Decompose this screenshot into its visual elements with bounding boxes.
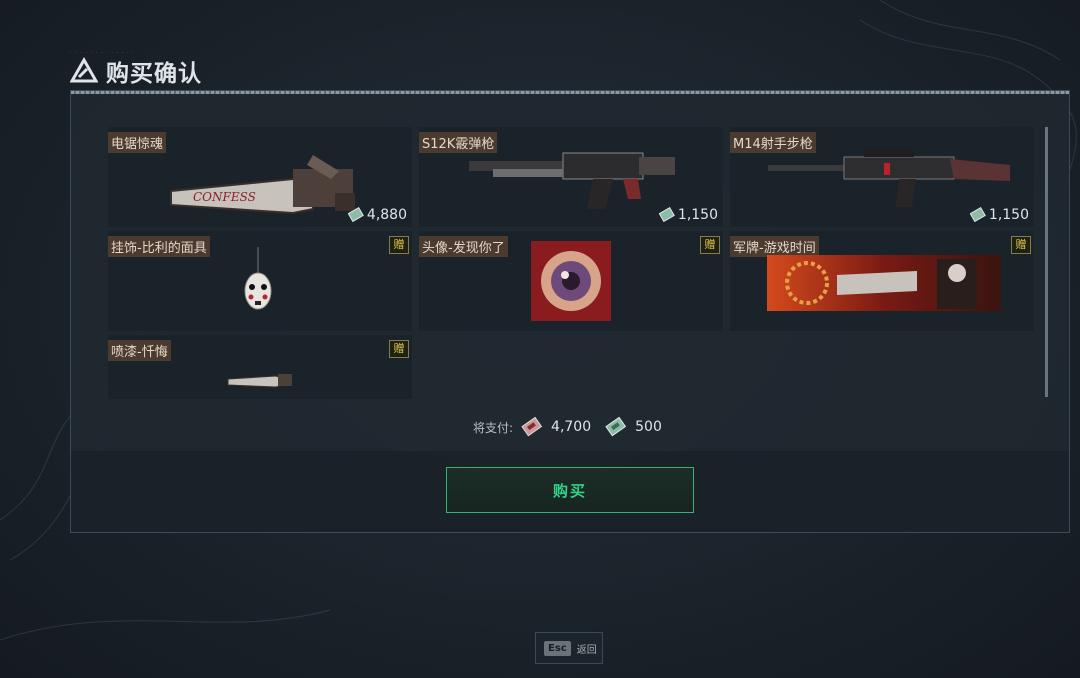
- green-ticket-icon: [658, 207, 675, 223]
- item-price: 4,880: [347, 207, 407, 223]
- buy-button[interactable]: 购买: [446, 467, 694, 513]
- item-card-chainsaw[interactable]: 电锯惊魂 CONFESS 4,880: [108, 127, 412, 227]
- scrollbar[interactable]: [1045, 127, 1048, 397]
- red-ticket-icon: [521, 416, 543, 437]
- green-ticket-icon: [347, 207, 364, 223]
- item-card-mask-charm[interactable]: 挂饰-比利的面具 赠: [108, 231, 412, 331]
- item-card-rifle[interactable]: M14射手步枪 1,150: [730, 127, 1034, 227]
- gift-badge: 赠: [389, 340, 409, 358]
- item-name: 电锯惊魂: [108, 132, 167, 153]
- item-name: 喷漆-忏悔: [108, 340, 171, 361]
- payment-summary: 将支付: 4,700 500: [473, 416, 662, 438]
- green-ticket-icon: [969, 207, 986, 223]
- item-name: 头像-发现你了: [419, 236, 508, 257]
- dialog-header: · · · · · · · · · · · · · 购买确认: [70, 50, 202, 87]
- gift-badge: 赠: [1011, 236, 1031, 254]
- item-price: 1,150: [658, 207, 718, 223]
- item-name: 军牌-游戏时间: [730, 236, 819, 257]
- green-ticket-icon: [605, 416, 627, 437]
- item-price: 1,150: [969, 207, 1029, 223]
- item-card-shotgun[interactable]: S12K霰弹枪 1,150: [419, 127, 723, 227]
- esc-back-button[interactable]: Esc 返回: [535, 632, 603, 664]
- item-card-avatar[interactable]: 头像-发现你了 赠: [419, 231, 723, 331]
- dialog-title: 购买确认: [106, 61, 202, 87]
- banner-image: [767, 255, 1001, 311]
- back-label: 返回: [576, 644, 597, 656]
- spray-image: [227, 374, 292, 388]
- chainsaw-image: CONFESS: [170, 155, 355, 215]
- item-card-spray[interactable]: 喷漆-忏悔 赠: [108, 335, 412, 399]
- gift-badge: 赠: [389, 236, 409, 254]
- payment-amount-b: 500: [635, 419, 662, 435]
- shotgun-image: [469, 152, 675, 209]
- esc-key-icon: Esc: [544, 640, 571, 656]
- triangle-logo-icon: [70, 57, 98, 83]
- gift-badge: 赠: [700, 236, 720, 254]
- rifle-image: [768, 149, 1010, 207]
- svg-text:CONFESS: CONFESS: [193, 190, 256, 204]
- payment-label: 将支付:: [473, 420, 514, 435]
- payment-amount-a: 4,700: [551, 419, 592, 435]
- avatar-image: [531, 241, 611, 321]
- item-card-banner[interactable]: 军牌-游戏时间 赠: [730, 231, 1034, 331]
- purchase-dialog: 电锯惊魂 CONFESS 4,880 S12K霰弹枪 1,150 M14射手步枪…: [70, 90, 1070, 533]
- mask-image: [244, 247, 272, 310]
- item-name: 挂饰-比利的面具: [108, 236, 210, 257]
- panel-top-bar: [71, 91, 1069, 94]
